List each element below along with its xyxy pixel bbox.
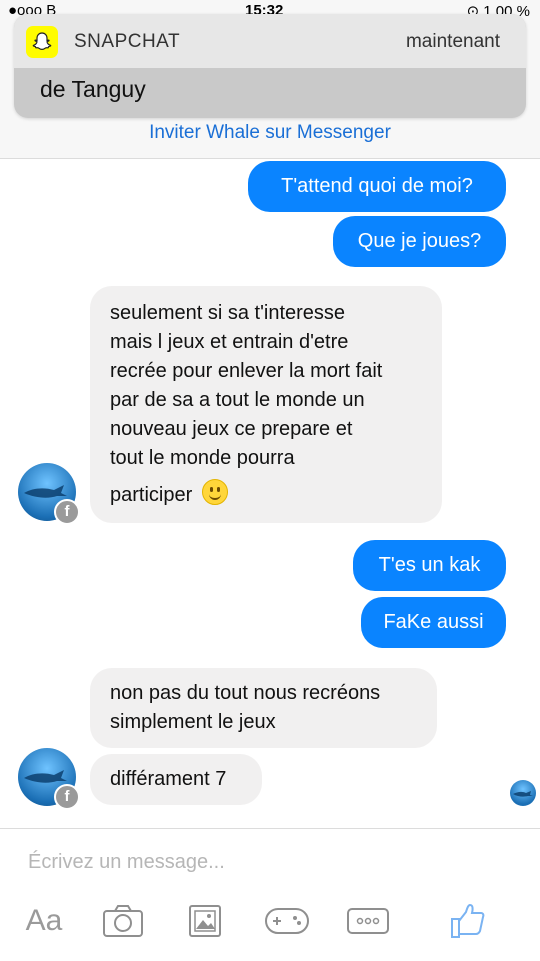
outgoing-message[interactable]: T'attend quoi de moi? bbox=[248, 161, 506, 212]
text-format-button[interactable]: Aa bbox=[20, 901, 68, 941]
outgoing-message[interactable]: T'es un kak bbox=[353, 540, 506, 591]
message-line-last: participer bbox=[110, 479, 422, 510]
notification-header: SNAPCHAT maintenant bbox=[14, 14, 526, 68]
notification-message: de Tanguy bbox=[40, 76, 146, 102]
contact-avatar[interactable]: f bbox=[18, 748, 80, 810]
message-input[interactable]: Écrivez un message... bbox=[28, 851, 225, 874]
game-controller-icon[interactable] bbox=[264, 901, 310, 941]
camera-icon[interactable] bbox=[102, 901, 144, 941]
notification-banner[interactable]: SNAPCHAT maintenant de Tanguy bbox=[14, 14, 526, 118]
more-icon[interactable] bbox=[346, 901, 390, 941]
gallery-icon[interactable] bbox=[187, 901, 223, 941]
smiley-emoji-icon bbox=[201, 479, 228, 505]
seen-indicator-avatar bbox=[510, 780, 536, 806]
message-line: recrée pour enlever la mort fait bbox=[110, 360, 383, 382]
thumbs-up-icon[interactable] bbox=[448, 901, 488, 941]
message-composer: Écrivez un message... Aa bbox=[0, 828, 540, 961]
snapchat-icon bbox=[26, 26, 58, 58]
outgoing-message[interactable]: Que je joues? bbox=[333, 216, 506, 267]
message-line: participer bbox=[110, 484, 193, 506]
notification-app-name: SNAPCHAT bbox=[74, 31, 181, 52]
facebook-badge-icon: f bbox=[54, 784, 80, 810]
message-line: mais l jeux et entrain d'etre bbox=[110, 331, 349, 353]
incoming-message[interactable]: non pas du tout nous recréons simplement… bbox=[90, 668, 437, 748]
message-line: simplement le jeux bbox=[110, 711, 276, 733]
message-line: tout le monde pourra bbox=[110, 447, 295, 469]
notification-time: maintenant bbox=[405, 31, 500, 52]
message-line: nouveau jeux ce prepare et bbox=[110, 418, 353, 440]
incoming-message[interactable]: seulement si sa t'interesse mais l jeux … bbox=[90, 286, 442, 523]
outgoing-message[interactable]: FaKe aussi bbox=[361, 597, 506, 648]
message-line: par de sa a tout le monde un bbox=[110, 389, 365, 411]
contact-avatar[interactable]: f bbox=[18, 463, 80, 525]
incoming-message[interactable]: différament 7 bbox=[90, 754, 262, 805]
facebook-badge-icon: f bbox=[54, 499, 80, 525]
message-line: non pas du tout nous recréons bbox=[110, 682, 381, 704]
message-line: seulement si sa t'interesse bbox=[110, 302, 346, 324]
invite-link[interactable]: Inviter Whale sur Messenger bbox=[0, 122, 540, 144]
